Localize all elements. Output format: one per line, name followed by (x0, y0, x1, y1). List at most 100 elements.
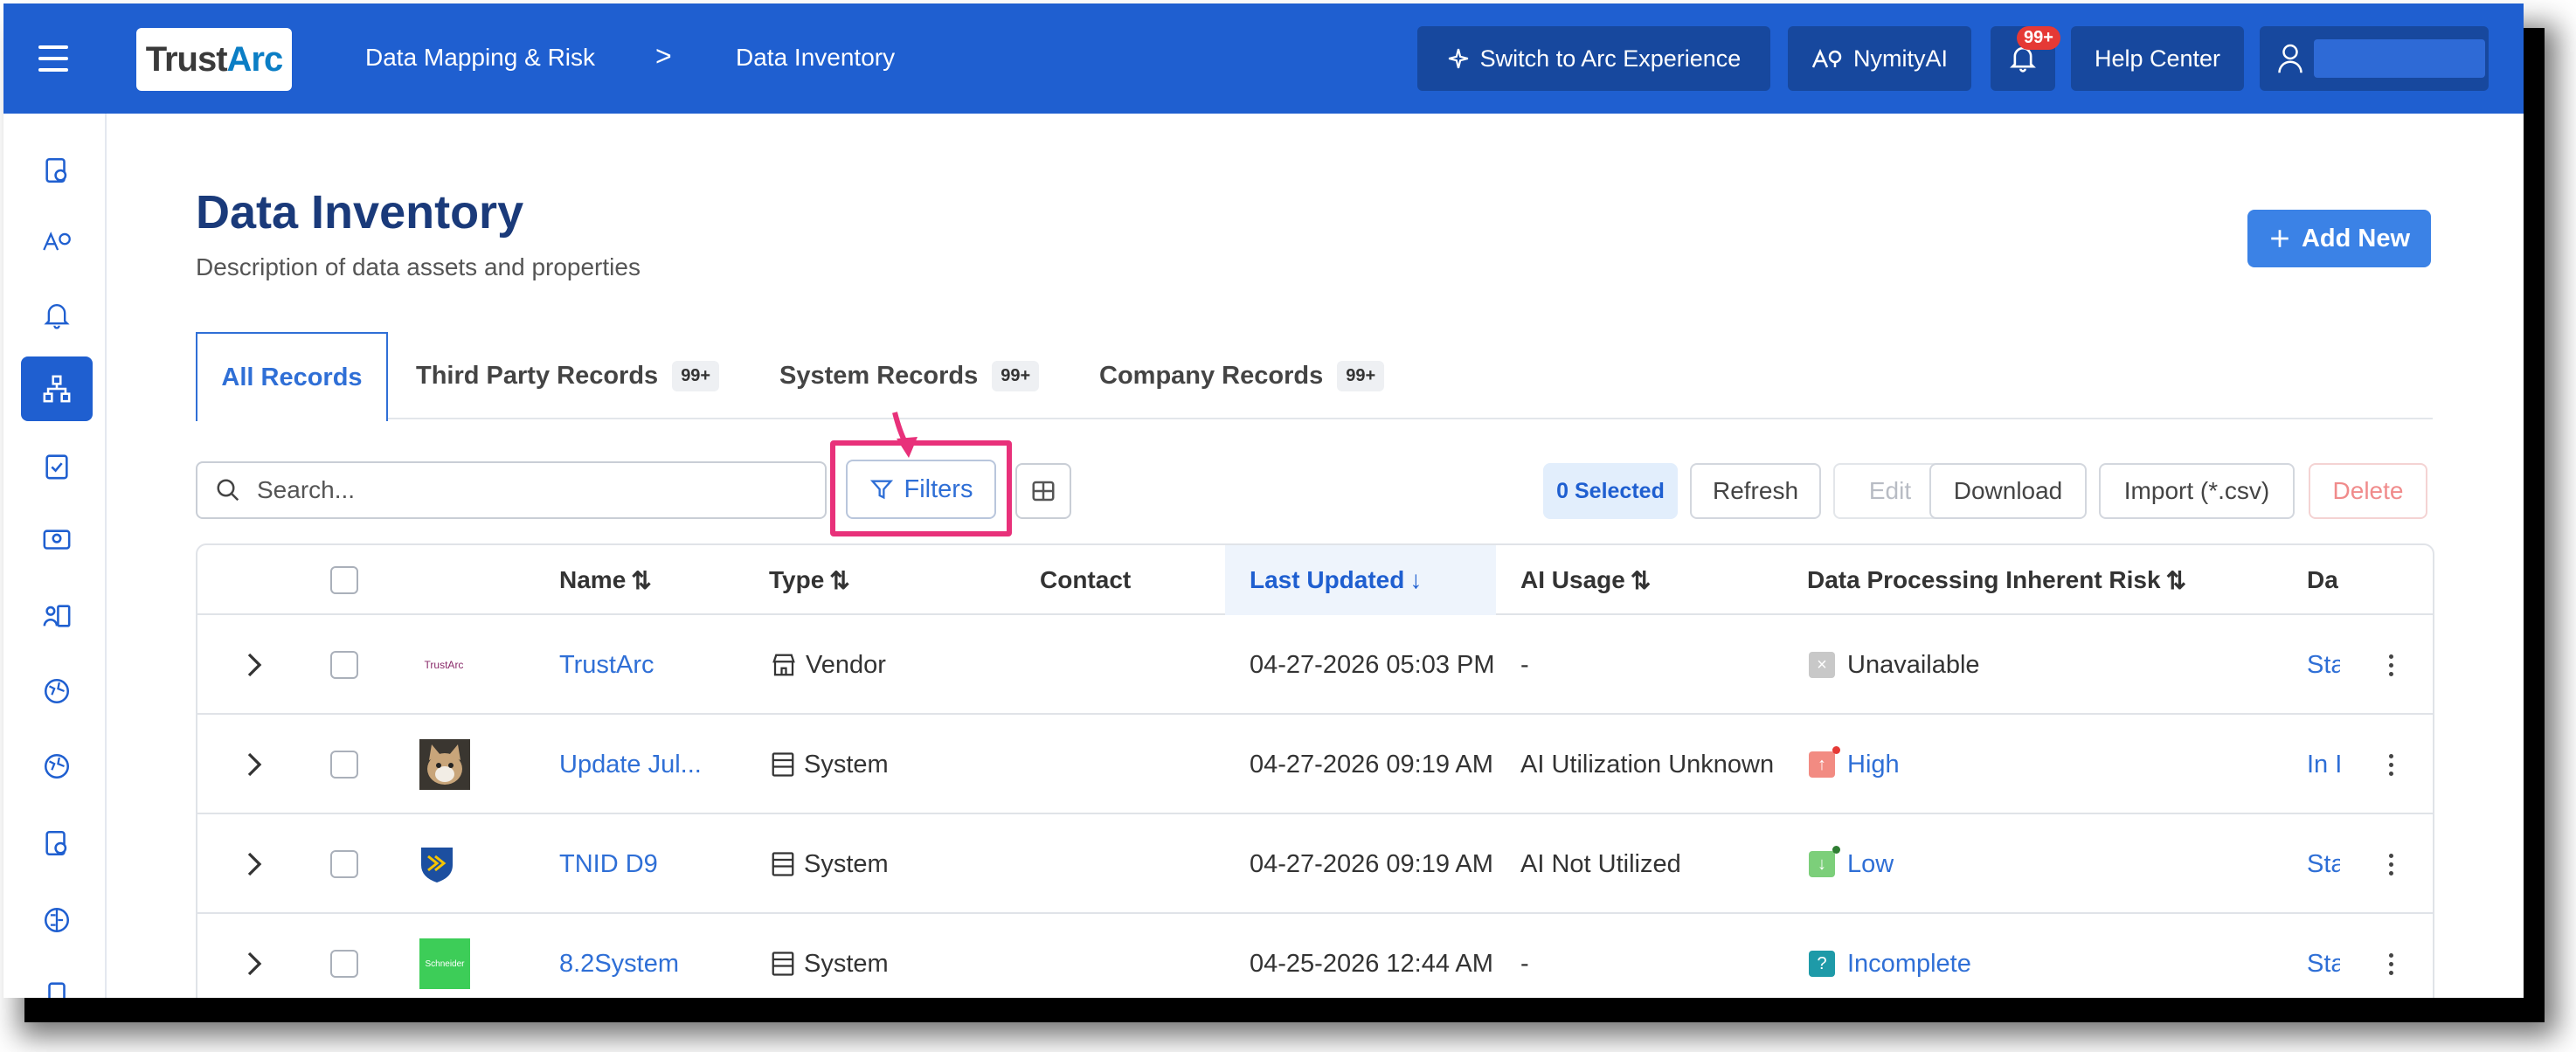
unavailable-icon: × (1809, 652, 1835, 678)
refresh-button[interactable]: Refresh (1690, 463, 1821, 519)
switch-arc-label: Switch to Arc Experience (1479, 45, 1742, 72)
row-checkbox[interactable] (330, 651, 358, 679)
add-new-label: Add New (2301, 224, 2411, 253)
sidebar-globe-icon[interactable] (21, 659, 93, 723)
row-actions-icon[interactable] (2389, 914, 2393, 998)
tab-count: 99+ (992, 360, 1040, 391)
breadcrumb-data-inventory: Data Inventory (736, 44, 896, 71)
expand-chevron-icon[interactable] (245, 615, 264, 715)
col-last-updated[interactable]: Last Updated ↓ (1225, 545, 1496, 615)
notifications-badge: 99+ (2017, 26, 2060, 50)
table-row[interactable]: TNID D9 System 04-27-2026 09:19 AM AI No… (197, 814, 2433, 914)
record-status[interactable]: Sta (2307, 914, 2340, 998)
tab-count: 99+ (672, 360, 720, 391)
expand-chevron-icon[interactable] (245, 715, 264, 814)
col-da[interactable]: Da (2307, 545, 2338, 615)
sidebar-monitor-icon[interactable] (21, 509, 93, 573)
col-type-label: Type (769, 566, 825, 593)
table-row[interactable]: TrustArc TrustArc Vendor 04-27-2026 05:0… (197, 615, 2433, 715)
download-button[interactable]: Download (1929, 463, 2087, 519)
row-checkbox[interactable] (330, 950, 358, 978)
col-ai-usage[interactable]: AI Usage ⇅ (1520, 545, 1651, 615)
switch-arc-button[interactable]: Switch to Arc Experience (1417, 26, 1770, 91)
risk-label[interactable]: High (1847, 751, 1900, 779)
filters-label: Filters (904, 474, 973, 503)
record-ai-usage: AI Utilization Unknown (1520, 750, 1775, 779)
sidebar-hierarchy-icon[interactable] (21, 356, 93, 421)
sidebar-bell-icon[interactable] (21, 283, 93, 348)
row-actions-icon[interactable] (2389, 615, 2393, 715)
grid-icon (1032, 481, 1055, 502)
sidebar-nymity-icon[interactable] (21, 210, 93, 274)
record-name-link[interactable]: 8.2System (559, 914, 679, 998)
sidebar-brain-icon[interactable] (21, 888, 93, 952)
expand-chevron-icon[interactable] (245, 814, 264, 914)
tab-count: 99+ (1337, 360, 1385, 391)
record-name-link[interactable]: Update Jul... (559, 715, 702, 814)
page-title: Data Inventory (196, 186, 524, 239)
import-csv-button[interactable]: Import (*.csv) (2099, 463, 2295, 519)
record-logo (419, 814, 454, 914)
record-risk: ↑ High (1809, 715, 1900, 814)
record-name-link[interactable]: TrustArc (559, 615, 654, 715)
search-box[interactable] (196, 461, 827, 519)
help-center-button[interactable]: Help Center (2071, 26, 2244, 91)
record-type: System (771, 715, 889, 814)
row-actions-icon[interactable] (2389, 814, 2393, 914)
logo-text-arc: Arc (226, 39, 284, 79)
row-checkbox[interactable] (330, 850, 358, 878)
record-status[interactable]: In I (2307, 715, 2340, 814)
table-row[interactable]: Update Jul... System 04-27-2026 09:19 AM… (197, 715, 2433, 814)
row-checkbox[interactable] (330, 751, 358, 779)
record-status[interactable]: Sta (2307, 615, 2340, 715)
schneider-logo: Schneider (419, 938, 470, 989)
tab-third-party-records[interactable]: Third Party Records 99+ (416, 332, 720, 419)
risk-low-icon: ↓ (1809, 846, 1840, 877)
table-row[interactable]: Schneider 8.2System System 04-25-2026 12… (197, 914, 2433, 998)
user-menu-button[interactable] (2260, 26, 2489, 91)
risk-label[interactable]: Incomplete (1847, 950, 1971, 979)
menu-icon[interactable] (38, 45, 68, 72)
sidebar-more-icon[interactable] (21, 961, 93, 998)
select-all-checkbox[interactable] (330, 566, 358, 594)
sidebar-dashboard-icon[interactable] (21, 138, 93, 203)
row-checkbox-cell (330, 715, 358, 814)
expand-chevron-icon[interactable] (245, 914, 264, 998)
record-type: Vendor (771, 615, 886, 715)
row-checkbox-cell (330, 914, 358, 998)
plus-icon (2271, 230, 2289, 247)
record-type: System (771, 914, 889, 998)
vendor-icon (772, 654, 795, 676)
columns-button[interactable] (1015, 463, 1071, 519)
system-icon (772, 852, 794, 876)
search-input[interactable] (257, 476, 781, 504)
col-name[interactable]: Name ⇅ (559, 545, 652, 615)
tab-label: Company Records (1099, 361, 1324, 390)
filters-button[interactable]: Filters (846, 460, 996, 519)
col-last-updated-label: Last Updated (1250, 566, 1405, 593)
record-name-link[interactable]: TNID D9 (559, 814, 658, 914)
record-logo: TrustArc (419, 615, 468, 715)
col-type[interactable]: Type ⇅ (769, 545, 850, 615)
breadcrumb-data-mapping[interactable]: Data Mapping & Risk (365, 44, 595, 72)
tab-label: Third Party Records (416, 361, 659, 390)
tab-company-records[interactable]: Company Records 99+ (1099, 332, 1385, 419)
risk-label[interactable]: Low (1847, 850, 1894, 879)
sidebar-contacts-icon[interactable] (21, 584, 93, 648)
col-contact[interactable]: Contact (1040, 545, 1131, 615)
record-type-label: System (804, 949, 889, 978)
row-checkbox-cell (330, 615, 358, 715)
record-logo: Schneider (419, 914, 470, 998)
tab-system-records[interactable]: System Records 99+ (779, 332, 1040, 419)
add-new-button[interactable]: Add New (2247, 210, 2431, 267)
col-risk[interactable]: Data Processing Inherent Risk ⇅ (1807, 545, 2186, 615)
nymityai-button[interactable]: NymityAI (1788, 26, 1971, 91)
sidebar-badge-icon[interactable] (21, 811, 93, 876)
delete-button[interactable]: Delete (2309, 463, 2427, 519)
trustarc-logo[interactable]: Trust Arc (136, 28, 292, 91)
record-status[interactable]: Sta (2307, 814, 2340, 914)
tab-all-records[interactable]: All Records (196, 332, 388, 421)
sidebar-clipboard-icon[interactable] (21, 433, 93, 498)
row-actions-icon[interactable] (2389, 715, 2393, 814)
sidebar-globe-2-icon[interactable] (21, 734, 93, 799)
